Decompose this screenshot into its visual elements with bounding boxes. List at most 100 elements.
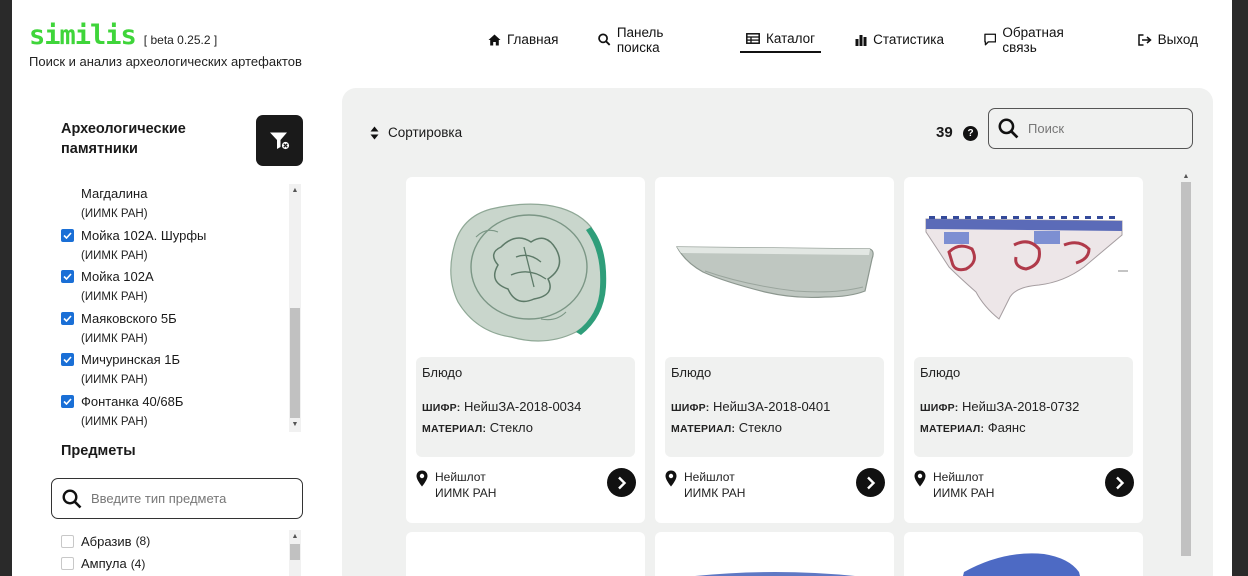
site-item[interactable]: Фонтанка 40/68Б (ИИМК РАН) — [61, 392, 291, 433]
artifact-info: Блюдо ШИФР: НейшЗА-2018-0034 МАТЕРИАЛ: С… — [416, 357, 635, 457]
scroll-up-arrow-icon[interactable]: ▲ — [289, 186, 301, 196]
cards-grid: Блюдо ШИФР: НейшЗА-2018-0034 МАТЕРИАЛ: С… — [406, 177, 1146, 576]
site-org: (ИИМК РАН) — [81, 415, 148, 428]
nav-logout-label: Выход — [1157, 32, 1198, 47]
logout-icon — [1137, 33, 1152, 46]
site-name: Фонтанка 40/68Б — [81, 393, 184, 409]
site-item[interactable]: Маяковского 5Б (ИИМК РАН) — [61, 309, 291, 351]
table-icon — [746, 33, 760, 44]
sort-label: Сортировка — [388, 125, 463, 140]
home-icon — [488, 34, 501, 45]
site-checkbox[interactable] — [61, 228, 74, 242]
result-count: 39 — [936, 124, 953, 141]
items-scrollbar[interactable]: ▲ — [289, 530, 301, 576]
catalog-search-input[interactable] — [1028, 121, 1178, 136]
items-scroll-thumb[interactable] — [290, 544, 300, 560]
nav-home-label: Главная — [507, 32, 559, 47]
item-checkbox[interactable] — [61, 557, 74, 571]
sites-scroll-thumb[interactable] — [290, 308, 300, 418]
item-type-row[interactable]: Ампула (4) — [61, 553, 291, 576]
artifact-card[interactable]: Блюдо ШИФР: НейшЗА-2018-0732 МАТЕРИАЛ: Ф… — [904, 177, 1143, 523]
artifact-code: ШИФР: НейшЗА-2018-0401 — [671, 399, 878, 414]
artifact-material: МАТЕРИАЛ: Стекло — [422, 420, 629, 435]
item-type-row[interactable]: Абразив (8) — [61, 530, 291, 553]
artifact-image-partial — [963, 553, 1080, 576]
site-checkbox[interactable] — [61, 311, 74, 325]
artifact-card[interactable]: Блюдо ШИФР: НейшЗА-2018-0401 МАТЕРИАЛ: С… — [655, 177, 894, 523]
nav-home[interactable]: Главная — [482, 26, 564, 53]
artifact-title: Блюдо — [920, 365, 961, 380]
artifact-title: Блюдо — [422, 365, 463, 380]
location-site: Нейшлот — [933, 470, 984, 484]
site-name: Мичуринская 1Б — [81, 352, 181, 367]
nav-search-panel[interactable]: Панель поиска — [592, 24, 712, 55]
catalog-search[interactable] — [988, 108, 1193, 149]
artifact-card[interactable]: Блюдо ШИФР: НейшЗА-2018-0034 МАТЕРИАЛ: С… — [406, 177, 645, 523]
location-org: ИИМК РАН — [933, 486, 995, 500]
search-icon — [62, 488, 82, 508]
open-artifact-button[interactable] — [607, 468, 636, 497]
site-checkbox[interactable] — [61, 353, 74, 366]
site-name: Мойка 102А — [81, 269, 154, 284]
check-icon — [63, 356, 72, 363]
clear-filters-button[interactable] — [256, 115, 303, 166]
sites-scrollbar[interactable]: ▲ ▼ — [289, 184, 301, 432]
site-org: (ИИМК РАН) — [81, 291, 148, 303]
site-checkbox[interactable] — [61, 394, 74, 408]
site-item[interactable]: Мойка 102А. Шурфы (ИИМК РАН) — [61, 226, 291, 268]
catalog-scrollbar[interactable]: ▲ — [1180, 172, 1192, 562]
check-icon — [63, 397, 72, 405]
site-checkbox[interactable] — [61, 270, 74, 283]
item-type-count: (4) — [130, 556, 146, 571]
artifact-card[interactable] — [904, 532, 1143, 576]
material-value: Фаянс — [987, 420, 1026, 435]
item-type-count: (8) — [135, 534, 151, 549]
artifact-image-partial — [695, 572, 855, 576]
scroll-up-arrow-icon[interactable]: ▲ — [1180, 172, 1192, 182]
item-type-search[interactable] — [51, 478, 303, 519]
item-type-input[interactable] — [91, 491, 281, 506]
items-list: Абразив (8) Ампула (4) — [61, 530, 291, 575]
chat-icon — [984, 33, 997, 46]
location-org: ИИМК РАН — [684, 486, 746, 500]
material-key: МАТЕРИАЛ: — [920, 423, 985, 435]
site-item[interactable]: Магдалина (ИИМК РАН) — [61, 184, 291, 226]
code-key: ШИФР: — [422, 402, 461, 414]
nav-logout[interactable]: Выход — [1132, 26, 1204, 53]
nav-statistics[interactable]: Статистика — [849, 26, 950, 53]
artifact-code: ШИФР: НейшЗА-2018-0034 — [422, 399, 629, 414]
artifact-image-glass-fragment[interactable] — [665, 187, 884, 352]
site-item[interactable]: Мойка 102А (ИИМК РАН) — [61, 267, 291, 309]
sort-button[interactable]: Сортировка — [370, 125, 462, 140]
artifact-info: Блюдо ШИФР: НейшЗА-2018-0401 МАТЕРИАЛ: С… — [665, 357, 884, 457]
code-value: НейшЗА-2018-0732 — [962, 399, 1080, 414]
sort-icon — [370, 126, 379, 139]
brand[interactable]: similis [ beta 0.25.2 ] — [29, 20, 217, 51]
help-icon[interactable]: ? — [963, 126, 978, 141]
artifact-material: МАТЕРИАЛ: Фаянс — [920, 420, 1127, 435]
scroll-down-arrow-icon[interactable]: ▼ — [289, 420, 301, 430]
material-key: МАТЕРИАЛ: — [671, 423, 736, 435]
item-type-name: Абразив — [81, 533, 132, 549]
site-name: Мойка 102А. Шурфы — [81, 227, 207, 243]
map-pin-icon — [914, 470, 926, 487]
nav-search-label: Панель поиска — [616, 24, 664, 55]
site-item[interactable]: Мичуринская 1Б (ИИМК РАН) — [61, 350, 291, 392]
artifact-image-glass-dish[interactable] — [416, 187, 635, 352]
artifact-material: МАТЕРИАЛ: Стекло — [671, 420, 878, 435]
catalog-scroll-thumb[interactable] — [1181, 182, 1191, 556]
item-type-name: Ампула — [81, 556, 127, 572]
logo[interactable]: similis — [29, 20, 137, 51]
open-artifact-button[interactable] — [856, 468, 885, 497]
artifact-card[interactable] — [406, 532, 645, 576]
artifact-image-faience-fragment[interactable] — [914, 187, 1133, 352]
scroll-up-arrow-icon[interactable]: ▲ — [289, 532, 301, 542]
artifact-location: Нейшлот ИИМК РАН — [416, 469, 496, 501]
nav-catalog[interactable]: Каталог — [740, 26, 822, 53]
map-pin-icon — [665, 470, 677, 487]
artifact-card[interactable] — [655, 532, 894, 576]
open-artifact-button[interactable] — [1105, 468, 1134, 497]
artifact-info: Блюдо ШИФР: НейшЗА-2018-0732 МАТЕРИАЛ: Ф… — [914, 357, 1133, 457]
nav-feedback[interactable]: Обратная связь — [978, 25, 1104, 55]
item-checkbox[interactable] — [61, 534, 74, 548]
